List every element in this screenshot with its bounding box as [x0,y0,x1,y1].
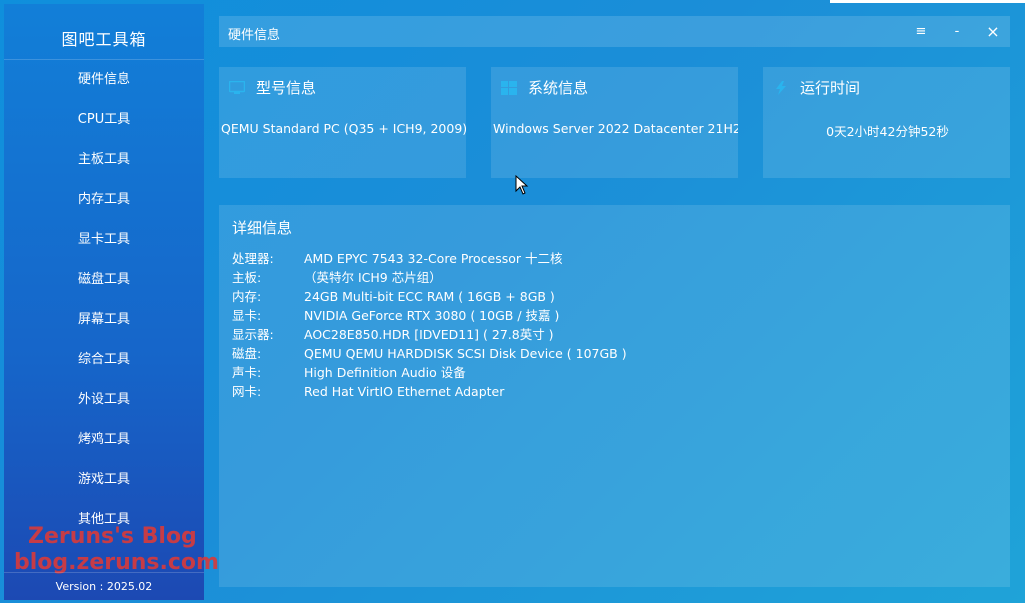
minimize-icon: - [954,24,960,39]
detail-label: 主板: [232,270,262,285]
detail-row-memory: 内存: 24GB Multi-bit ECC RAM ( 16GB + 8GB ) [232,286,627,305]
sidebar-item-peripheral-tools[interactable]: 外设工具 [4,384,204,424]
title-bar: 硬件信息 ≡ - × [219,16,1010,47]
detail-row-network: 网卡: Red Hat VirtIO Ethernet Adapter [232,381,627,400]
windows-icon [501,81,517,95]
detail-label: 显示器: [232,327,274,342]
sidebar-item-memory-tools[interactable]: 内存工具 [4,184,204,224]
detail-label: 声卡: [232,365,262,380]
model-info-card: 型号信息 QEMU Standard PC (Q35 + ICH9, 2009) [219,67,466,178]
system-info-card: 系统信息 Windows Server 2022 Datacenter 21H2 [491,67,738,178]
version-label: Version : 2025.02 [55,580,153,593]
menu-icon: ≡ [915,24,927,39]
detail-row-monitor: 显示器: AOC28E850.HDR [IDVED11] ( 27.8英寸 ) [232,324,627,343]
watermark: Zeruns's Blog blog.zeruns.com [14,524,219,576]
monitor-icon [229,81,245,94]
menu-button[interactable]: ≡ [911,22,931,42]
sidebar-item-screen-tools[interactable]: 屏幕工具 [4,304,204,344]
detail-label: 内存: [232,289,262,304]
top-strip [830,0,1025,3]
sidebar-item-gpu-tools[interactable]: 显卡工具 [4,224,204,264]
sidebar-divider-top [4,59,204,60]
detail-label: 处理器: [232,251,274,266]
lightning-icon [776,81,786,95]
detail-value: QEMU QEMU HARDDISK SCSI Disk Device ( 10… [304,346,627,361]
system-info-title: 系统信息 [528,79,589,97]
app-title: 图吧工具箱 [61,30,147,49]
sidebar-item-hardware-info[interactable]: 硬件信息 [4,64,204,104]
uptime-value: 0天2小时42分钟52秒 [826,124,949,139]
sidebar-nav: 硬件信息 CPU工具 主板工具 内存工具 显卡工具 磁盘工具 屏幕工具 综合工具… [4,64,204,544]
close-icon: × [986,22,1000,41]
sidebar-item-general-tools[interactable]: 综合工具 [4,344,204,384]
model-info-title: 型号信息 [256,79,317,97]
details-panel: 详细信息 处理器: AMD EPYC 7543 32-Core Processor… [219,205,1010,587]
detail-label: 磁盘: [232,346,262,361]
app-window: 图吧工具箱 硬件信息 CPU工具 主板工具 内存工具 显卡工具 磁盘工具 屏幕工… [0,0,1025,603]
sidebar-item-stress-tools[interactable]: 烤鸡工具 [4,424,204,464]
system-info-value: Windows Server 2022 Datacenter 21H2 [493,121,738,136]
detail-row-disk: 磁盘: QEMU QEMU HARDDISK SCSI Disk Device (… [232,343,627,362]
detail-label: 显卡: [232,308,262,323]
detail-value: High Definition Audio 设备 [304,365,466,380]
uptime-card: 运行时间 0天2小时42分钟52秒 [763,67,1010,178]
model-info-value: QEMU Standard PC (Q35 + ICH9, 2009) [221,121,466,136]
page-title: 硬件信息 [228,28,281,43]
mouse-cursor-icon [515,175,529,195]
close-button[interactable]: × [983,22,1003,42]
detail-label: 网卡: [232,384,262,399]
detail-value: 24GB Multi-bit ECC RAM ( 16GB + 8GB ) [304,289,555,304]
detail-row-gpu: 显卡: NVIDIA GeForce RTX 3080 ( 10GB / 技嘉 ) [232,305,627,324]
sidebar: 图吧工具箱 硬件信息 CPU工具 主板工具 内存工具 显卡工具 磁盘工具 屏幕工… [4,4,219,600]
sidebar-item-motherboard-tools[interactable]: 主板工具 [4,144,204,184]
detail-row-cpu: 处理器: AMD EPYC 7543 32-Core Processor 十二核 [232,248,627,267]
watermark-line1: Zeruns's Blog [28,524,197,549]
details-list: 处理器: AMD EPYC 7543 32-Core Processor 十二核 … [232,248,627,400]
detail-value: Red Hat VirtIO Ethernet Adapter [304,384,505,399]
detail-value: （英特尔 ICH9 芯片组） [304,270,442,285]
sidebar-divider-bottom [4,572,204,573]
uptime-title: 运行时间 [800,79,861,97]
details-title: 详细信息 [232,219,293,237]
sidebar-item-cpu-tools[interactable]: CPU工具 [4,104,204,144]
detail-row-motherboard: 主板: （英特尔 ICH9 芯片组） [232,267,627,286]
detail-value: NVIDIA GeForce RTX 3080 ( 10GB / 技嘉 ) [304,308,560,323]
detail-row-audio: 声卡: High Definition Audio 设备 [232,362,627,381]
minimize-button[interactable]: - [947,22,967,42]
detail-value: AMD EPYC 7543 32-Core Processor 十二核 [304,251,563,266]
detail-value: AOC28E850.HDR [IDVED11] ( 27.8英寸 ) [304,327,554,342]
sidebar-item-disk-tools[interactable]: 磁盘工具 [4,264,204,304]
sidebar-item-game-tools[interactable]: 游戏工具 [4,464,204,504]
